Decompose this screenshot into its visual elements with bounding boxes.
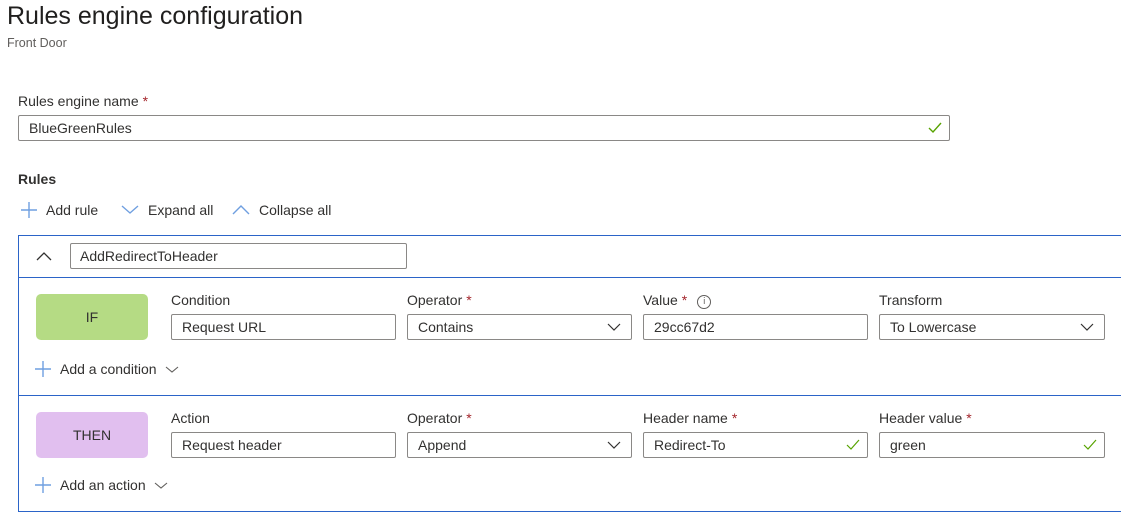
collapse-rule-chevron-icon[interactable] bbox=[35, 250, 53, 262]
value-input[interactable]: 29cc67d2 bbox=[643, 314, 868, 340]
checkmark-icon bbox=[846, 439, 860, 450]
then-operator-label-text: Operator bbox=[407, 410, 463, 426]
if-operator-label-text: Operator bbox=[407, 292, 463, 308]
required-marker: * bbox=[681, 292, 688, 308]
add-condition-label: Add a condition bbox=[60, 361, 157, 377]
checkmark-icon bbox=[1083, 439, 1097, 450]
header-name-value: Redirect-To bbox=[654, 437, 726, 453]
if-badge-label: IF bbox=[85, 309, 99, 325]
info-icon[interactable]: i bbox=[697, 295, 712, 309]
rule-name-input[interactable]: AddRedirectToHeader bbox=[70, 243, 407, 269]
then-badge: THEN bbox=[36, 412, 148, 458]
rule-card-top-border bbox=[18, 235, 1121, 236]
expand-all-label: Expand all bbox=[148, 202, 214, 218]
header-name-label-text: Header name bbox=[643, 410, 728, 426]
rule-card-bottom-border bbox=[18, 511, 1121, 512]
action-input[interactable]: Request header bbox=[171, 432, 396, 458]
chevron-down-icon bbox=[1080, 323, 1094, 331]
chevron-down-icon bbox=[165, 366, 178, 373]
page-title: Rules engine configuration bbox=[7, 2, 304, 30]
chevron-down-icon bbox=[607, 323, 621, 331]
transform-dropdown[interactable]: To Lowercase bbox=[879, 314, 1105, 340]
page-subtitle: Front Door bbox=[7, 36, 67, 50]
condition-value: Request URL bbox=[182, 319, 267, 335]
required-marker: * bbox=[142, 93, 149, 109]
add-rule-label: Add rule bbox=[46, 202, 99, 218]
required-marker: * bbox=[966, 410, 972, 426]
if-operator-dropdown[interactable]: Contains bbox=[407, 314, 632, 340]
then-badge-label: THEN bbox=[72, 427, 112, 443]
required-marker: * bbox=[466, 292, 472, 308]
required-marker: * bbox=[731, 410, 738, 426]
chevron-down-icon bbox=[154, 482, 167, 489]
add-condition-button[interactable]: Add a condition bbox=[34, 360, 179, 378]
then-operator-value: Append bbox=[418, 437, 467, 453]
condition-input[interactable]: Request URL bbox=[171, 314, 396, 340]
header-value-value: green bbox=[890, 437, 926, 453]
plus-icon bbox=[35, 477, 51, 493]
action-label: Action bbox=[171, 410, 210, 426]
add-rule-button[interactable]: Add rule bbox=[20, 201, 98, 219]
engine-name-label-text: Rules engine name bbox=[18, 93, 139, 109]
then-operator-label: Operator * bbox=[407, 409, 472, 427]
header-value-label-text: Header value bbox=[879, 410, 963, 426]
required-marker: * bbox=[466, 410, 472, 426]
value-value: 29cc67d2 bbox=[654, 319, 715, 335]
then-operator-dropdown[interactable]: Append bbox=[407, 432, 632, 458]
if-operator-value: Contains bbox=[418, 319, 474, 335]
checkmark-icon bbox=[928, 122, 942, 134]
action-value: Request header bbox=[182, 437, 282, 453]
rule-header-divider bbox=[18, 277, 1121, 278]
engine-name-value: BlueGreenRules bbox=[29, 120, 132, 136]
header-value-input[interactable]: green bbox=[879, 432, 1105, 458]
plus-icon bbox=[35, 361, 51, 377]
add-action-label: Add an action bbox=[60, 477, 146, 493]
collapse-all-button[interactable]: Collapse all bbox=[231, 201, 331, 219]
chevron-up-icon bbox=[232, 205, 250, 215]
add-action-button[interactable]: Add an action bbox=[34, 476, 168, 494]
expand-all-button[interactable]: Expand all bbox=[120, 201, 213, 219]
transform-label: Transform bbox=[879, 292, 943, 308]
transform-value: To Lowercase bbox=[890, 319, 977, 335]
condition-label: Condition bbox=[171, 292, 231, 308]
header-name-label: Header name * bbox=[643, 409, 737, 427]
engine-name-label: Rules engine name * bbox=[18, 92, 148, 110]
value-label: Value * i bbox=[643, 291, 712, 309]
if-operator-label: Operator * bbox=[407, 291, 472, 309]
header-name-input[interactable]: Redirect-To bbox=[643, 432, 868, 458]
value-label-text: Value bbox=[643, 292, 678, 308]
rules-section-label: Rules bbox=[18, 171, 57, 187]
if-then-divider bbox=[18, 395, 1121, 396]
engine-name-input[interactable]: BlueGreenRules bbox=[18, 115, 950, 141]
plus-icon bbox=[21, 202, 37, 218]
rule-name-value: AddRedirectToHeader bbox=[80, 248, 218, 264]
if-badge: IF bbox=[36, 294, 148, 340]
chevron-down-icon bbox=[121, 205, 139, 214]
chevron-down-icon bbox=[607, 441, 621, 449]
collapse-all-label: Collapse all bbox=[259, 202, 332, 218]
header-value-label: Header value * bbox=[879, 409, 972, 427]
